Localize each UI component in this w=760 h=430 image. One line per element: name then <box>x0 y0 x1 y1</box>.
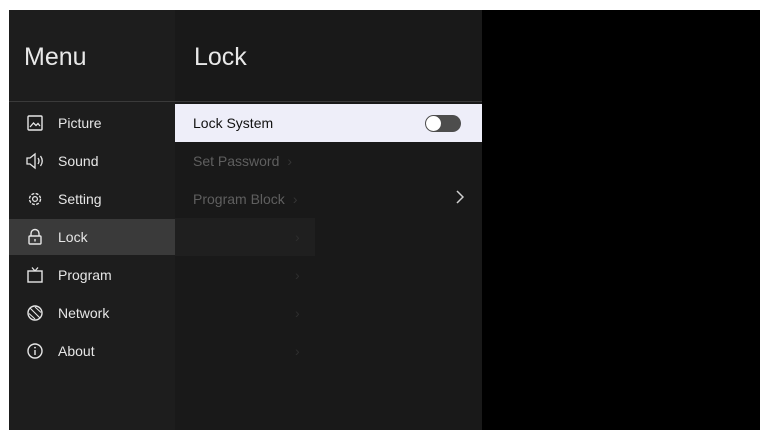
menu-item-setting[interactable]: Setting <box>9 181 175 217</box>
lock-system-toggle[interactable] <box>425 115 461 132</box>
menu-divider <box>9 101 175 102</box>
set-password-label: Set Password <box>193 153 280 169</box>
speaker-icon <box>25 151 45 171</box>
chevron-right-icon: › <box>295 343 300 359</box>
menu-item-network[interactable]: Network <box>9 295 175 331</box>
lock-title: Lock <box>194 43 247 71</box>
menu-item-sound[interactable]: Sound <box>9 143 175 179</box>
faded-row: › <box>175 294 315 332</box>
menu-item-label: Network <box>58 305 110 321</box>
tv-icon <box>25 265 45 285</box>
lock-system-label: Lock System <box>193 115 274 131</box>
menu-item-lock[interactable]: Lock <box>9 219 175 255</box>
faded-row: › <box>175 332 315 370</box>
toggle-knob <box>426 116 441 131</box>
gear-icon <box>25 189 45 209</box>
menu-item-about[interactable]: About <box>9 333 175 369</box>
chevron-right-icon: › <box>295 267 300 283</box>
chevron-right-icon: › <box>295 229 300 245</box>
chevron-right-icon: › <box>292 191 298 207</box>
lock-system-row[interactable]: Lock System <box>175 104 482 142</box>
faded-row: › <box>175 218 315 256</box>
globe-icon <box>25 303 45 323</box>
chevron-right-icon: › <box>287 153 293 169</box>
menu-title: Menu <box>24 43 87 71</box>
menu-item-label: Program <box>58 267 112 283</box>
menu-item-label: About <box>58 343 95 359</box>
menu-item-label: Sound <box>58 153 99 169</box>
menu-item-label: Lock <box>58 229 88 245</box>
menu-item-program[interactable]: Program <box>9 257 175 293</box>
lock-panel: Lock Lock System Set Password › Program … <box>175 10 482 430</box>
picture-icon <box>25 113 45 133</box>
menu-panel: Menu Picture Sound Setting Lock Program … <box>9 10 175 430</box>
menu-item-label: Picture <box>58 115 102 131</box>
menu-item-label: Setting <box>58 191 102 207</box>
program-block-label: Program Block <box>193 191 285 207</box>
chevron-right-icon: › <box>295 305 300 321</box>
menu-item-picture[interactable]: Picture <box>9 105 175 141</box>
chevron-right-icon <box>456 190 465 209</box>
set-password-row[interactable]: Set Password › <box>175 142 482 180</box>
program-block-row[interactable]: Program Block › <box>175 180 482 218</box>
faded-row: › <box>175 256 315 294</box>
lock-divider <box>175 101 482 102</box>
lock-icon <box>25 227 45 247</box>
tv-screen: Menu Picture Sound Setting Lock Program … <box>9 10 760 430</box>
info-icon <box>25 341 45 361</box>
